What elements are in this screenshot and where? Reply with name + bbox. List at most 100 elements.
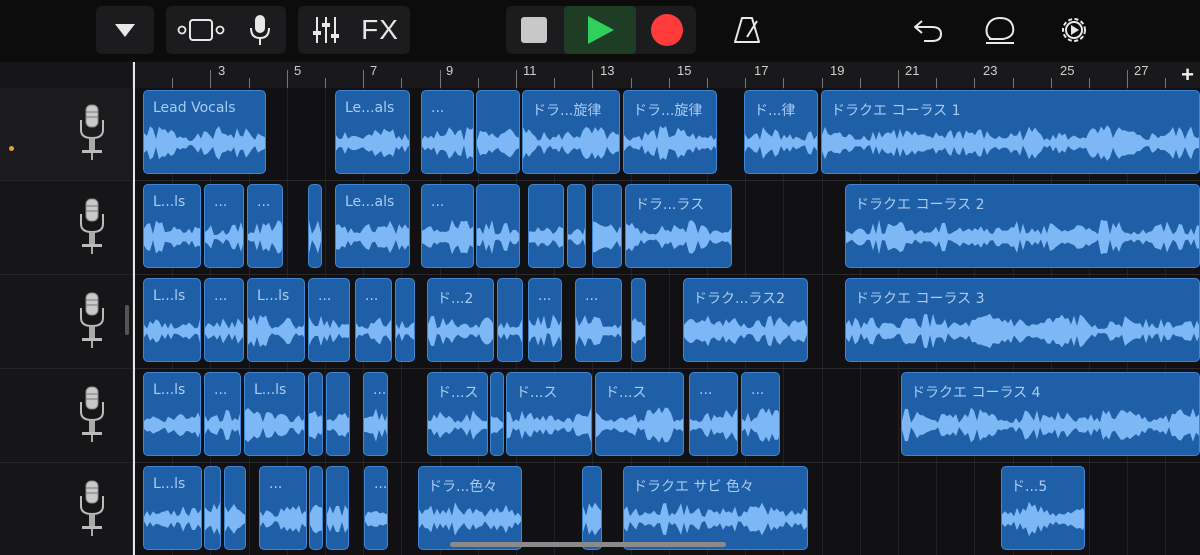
audio-region[interactable]: [395, 278, 415, 362]
undo-button[interactable]: [904, 6, 952, 54]
audio-region[interactable]: [309, 466, 323, 550]
audio-region[interactable]: ...: [204, 184, 244, 268]
audio-region[interactable]: ...: [421, 90, 474, 174]
audio-region[interactable]: ド...5: [1001, 466, 1085, 550]
audio-region[interactable]: ドラク...ラス2: [683, 278, 808, 362]
track-header[interactable]: [0, 276, 133, 369]
audio-region[interactable]: ド...2: [427, 278, 494, 362]
audio-region[interactable]: [308, 372, 323, 456]
track-header[interactable]: [0, 88, 133, 181]
audio-region[interactable]: ...: [247, 184, 283, 268]
audio-region[interactable]: ドラ...ラス: [625, 184, 732, 268]
track-lane[interactable]: L...ls...... Le...als... ドラ...ラス ドラクエ コーラス …: [134, 182, 1200, 275]
audio-region[interactable]: [631, 278, 646, 362]
audio-region[interactable]: ...: [528, 278, 562, 362]
waveform: [593, 221, 621, 253]
region-label: ...: [257, 194, 271, 210]
audio-region[interactable]: ド...律: [744, 90, 818, 174]
audio-region[interactable]: ...: [308, 278, 350, 362]
ruler-tick: [1050, 78, 1052, 88]
arrangement-area[interactable]: Lead Vocals Le...als... ドラ...旋律 ドラ...旋律 ド...…: [134, 88, 1200, 555]
track-lane[interactable]: L...ls... L...ls...... ド...2...... ドラク...ラス…: [134, 276, 1200, 369]
stop-button[interactable]: [506, 6, 562, 54]
audio-region[interactable]: [528, 184, 564, 268]
resize-handle[interactable]: [125, 305, 129, 335]
audio-region[interactable]: ...: [204, 278, 244, 362]
bar-number: 19: [830, 63, 845, 78]
audio-region[interactable]: ドラ...旋律: [623, 90, 717, 174]
region-label: L...ls: [153, 194, 186, 210]
audio-region[interactable]: L...ls: [143, 184, 201, 268]
fx-button[interactable]: FX: [354, 6, 406, 54]
track-lane[interactable]: L...ls... L...ls... ド...ス ド...ス ド...ス...... ド…: [134, 370, 1200, 463]
audio-region[interactable]: [476, 90, 520, 174]
waveform: [902, 407, 1199, 443]
horizontal-scrollbar[interactable]: [450, 542, 726, 547]
audio-region[interactable]: ...: [421, 184, 474, 268]
record-button[interactable]: [638, 6, 696, 54]
audio-region[interactable]: [592, 184, 622, 268]
audio-region[interactable]: ...: [363, 372, 388, 456]
track-header[interactable]: [0, 464, 133, 555]
audio-region[interactable]: [224, 466, 246, 550]
waveform: [507, 407, 591, 443]
waveform: [498, 319, 522, 343]
loop-browser-button[interactable]: [976, 6, 1024, 54]
audio-region[interactable]: ...: [259, 466, 307, 550]
audio-region[interactable]: Lead Vocals: [143, 90, 266, 174]
audio-region[interactable]: Le...als: [335, 90, 410, 174]
waveform: [846, 313, 1199, 349]
audio-region[interactable]: L...ls: [247, 278, 305, 362]
track-header[interactable]: [0, 370, 133, 463]
audio-region[interactable]: ド...ス: [595, 372, 684, 456]
track-menu-button[interactable]: [96, 6, 154, 54]
audio-region[interactable]: ドラクエ サビ 色々: [623, 466, 808, 550]
timeline-ruler[interactable]: 3 5 7 9 11 13 15 17 19 21 23 25 27 +: [133, 62, 1200, 88]
audio-region[interactable]: [326, 466, 349, 550]
audio-region[interactable]: [567, 184, 586, 268]
audio-region[interactable]: ドラ...色々: [418, 466, 522, 550]
audio-region[interactable]: [308, 184, 322, 268]
playhead[interactable]: [133, 62, 135, 555]
track-lane[interactable]: Lead Vocals Le...als... ドラ...旋律 ドラ...旋律 ド...…: [134, 88, 1200, 181]
audio-region[interactable]: Le...als: [335, 184, 410, 268]
audio-region[interactable]: ドラクエ コーラス 1: [821, 90, 1200, 174]
add-section-button[interactable]: +: [1181, 62, 1194, 88]
audio-region[interactable]: L...ls: [244, 372, 305, 456]
audio-region[interactable]: L...ls: [143, 372, 201, 456]
audio-region[interactable]: [326, 372, 350, 456]
region-label: ドラクエ サビ 色々: [633, 479, 754, 495]
region-label: ...: [751, 382, 765, 398]
mixer-button[interactable]: [302, 6, 350, 54]
audio-region[interactable]: ド...ス: [427, 372, 488, 456]
play-icon: [588, 16, 614, 44]
audio-region[interactable]: [490, 372, 504, 456]
audio-region[interactable]: [204, 466, 221, 550]
audio-region[interactable]: ドラクエ コーラス 2: [845, 184, 1200, 268]
audio-region[interactable]: L...ls: [143, 278, 201, 362]
settings-button[interactable]: [1050, 6, 1098, 54]
metronome-button[interactable]: [722, 6, 772, 54]
audio-region[interactable]: ...: [741, 372, 780, 456]
microphone-button[interactable]: [238, 6, 282, 54]
audio-region[interactable]: ドラ...旋律: [522, 90, 620, 174]
audio-region[interactable]: L...ls: [143, 466, 202, 550]
audio-region[interactable]: [476, 184, 520, 268]
track-header[interactable]: [0, 182, 133, 275]
audio-region[interactable]: ...: [204, 372, 241, 456]
waveform: [144, 319, 200, 343]
tracks-view-button[interactable]: [170, 6, 234, 54]
ruler-tick: [325, 78, 326, 88]
audio-region[interactable]: [582, 466, 602, 550]
track-instrument-icon: [78, 480, 106, 543]
audio-region[interactable]: [497, 278, 523, 362]
play-button[interactable]: [564, 6, 636, 54]
audio-region[interactable]: ド...ス: [506, 372, 592, 456]
audio-region[interactable]: ドラクエ コーラス 4: [901, 372, 1200, 456]
audio-region[interactable]: ドラクエ コーラス 3: [845, 278, 1200, 362]
audio-region[interactable]: ...: [364, 466, 388, 550]
audio-region[interactable]: ...: [689, 372, 738, 456]
audio-region[interactable]: ...: [355, 278, 392, 362]
bar-number: 15: [677, 63, 692, 78]
audio-region[interactable]: ...: [575, 278, 622, 362]
